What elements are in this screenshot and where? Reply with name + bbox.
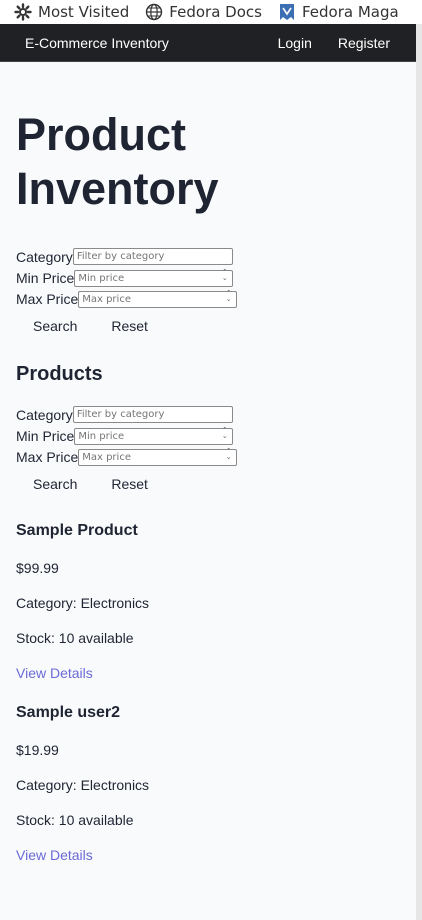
min-price-filter-row: Min Price ⌃⌄ xyxy=(16,425,400,446)
max-price-input[interactable] xyxy=(78,291,238,308)
category-label: Category xyxy=(16,406,73,423)
bookmark-label: Most Visited xyxy=(38,3,130,21)
bookmarks-toolbar: Most Visited Fedora Docs Fedora Maga xyxy=(0,0,422,24)
min-price-label: Min Price xyxy=(16,269,75,286)
globe-icon xyxy=(146,3,163,21)
register-link[interactable]: Register xyxy=(338,35,390,51)
product-name: Sample Product xyxy=(16,522,138,539)
bookmark-most-visited[interactable]: Most Visited xyxy=(14,3,129,21)
category-label: Category xyxy=(16,248,73,265)
view-details-link[interactable]: View Details xyxy=(16,847,93,863)
max-price-label: Max Price xyxy=(16,290,79,307)
reset-button[interactable]: Reset xyxy=(94,476,165,492)
category-filter-row: Category xyxy=(16,246,400,267)
product-stock: Stock: 10 available xyxy=(16,812,134,828)
min-price-label: Min Price xyxy=(16,427,75,444)
category-filter-row: Category xyxy=(16,404,400,425)
max-price-label: Max Price xyxy=(16,448,79,465)
reset-button[interactable]: Reset xyxy=(94,318,165,334)
max-price-filter-row: Max Price ⌃⌄ xyxy=(16,446,400,467)
product-card: Sample user2 $19.99 Category: Electronic… xyxy=(16,703,400,873)
number-spinner-icon[interactable]: ⌃ ⌄ xyxy=(219,427,230,441)
search-button[interactable]: Search xyxy=(16,318,94,334)
number-spinner-icon[interactable]: ⌃ ⌄ xyxy=(223,290,234,304)
product-price: $99.99 xyxy=(16,560,59,576)
top-navbar: E-Commerce Inventory Login Register xyxy=(0,24,416,62)
min-price-wrapper: ⌃⌄ xyxy=(74,426,234,445)
product-card: Sample Product $99.99 Category: Electron… xyxy=(16,521,400,691)
min-price-input[interactable] xyxy=(74,428,234,445)
bookmark-label: Fedora Maga xyxy=(301,3,399,21)
max-price-wrapper: ⌃⌄ xyxy=(78,447,238,466)
product-stock: Stock: 10 available xyxy=(16,630,134,646)
view-details-link[interactable]: View Details xyxy=(16,665,93,681)
bookmark-fedora-magazine[interactable]: Fedora Maga xyxy=(278,3,399,21)
fedora-magazine-icon xyxy=(279,4,294,20)
scrollbar-track[interactable] xyxy=(416,24,422,920)
bookmark-label: Fedora Docs xyxy=(169,3,262,21)
main-content: Product Inventory Category Min Price ⌃⌄ … xyxy=(0,108,416,873)
filter-buttons: Search Reset xyxy=(16,314,400,338)
product-category: Category: Electronics xyxy=(16,595,150,611)
filter-form-products: Category Min Price ⌃⌄ Max Price ⌃⌄ Searc… xyxy=(16,404,400,496)
bookmark-fedora-docs[interactable]: Fedora Docs xyxy=(145,3,262,21)
products-heading: Products xyxy=(16,363,103,385)
filter-buttons: Search Reset xyxy=(16,472,400,496)
min-price-wrapper: ⌃⌄ xyxy=(74,268,234,287)
product-price: $19.99 xyxy=(16,742,59,758)
min-price-filter-row: Min Price ⌃⌄ xyxy=(16,267,400,288)
search-button[interactable]: Search xyxy=(16,476,94,492)
max-price-input[interactable] xyxy=(78,449,238,466)
category-filter-input[interactable] xyxy=(72,248,233,265)
filter-form-top: Category Min Price ⌃⌄ Max Price ⌃⌄ Searc… xyxy=(16,246,400,338)
product-name: Sample user2 xyxy=(16,704,121,721)
product-category: Category: Electronics xyxy=(16,777,150,793)
number-spinner-icon[interactable]: ⌃ ⌄ xyxy=(223,448,234,462)
brand-link[interactable]: E-Commerce Inventory xyxy=(25,35,278,51)
login-link[interactable]: Login xyxy=(278,35,312,51)
category-filter-input[interactable] xyxy=(72,406,233,423)
number-spinner-icon[interactable]: ⌃ ⌄ xyxy=(219,269,230,283)
page-title: Product Inventory xyxy=(16,109,219,214)
max-price-wrapper: ⌃⌄ xyxy=(78,289,238,308)
min-price-input[interactable] xyxy=(74,270,234,287)
max-price-filter-row: Max Price ⌃⌄ xyxy=(16,288,400,309)
gear-icon xyxy=(14,3,32,21)
